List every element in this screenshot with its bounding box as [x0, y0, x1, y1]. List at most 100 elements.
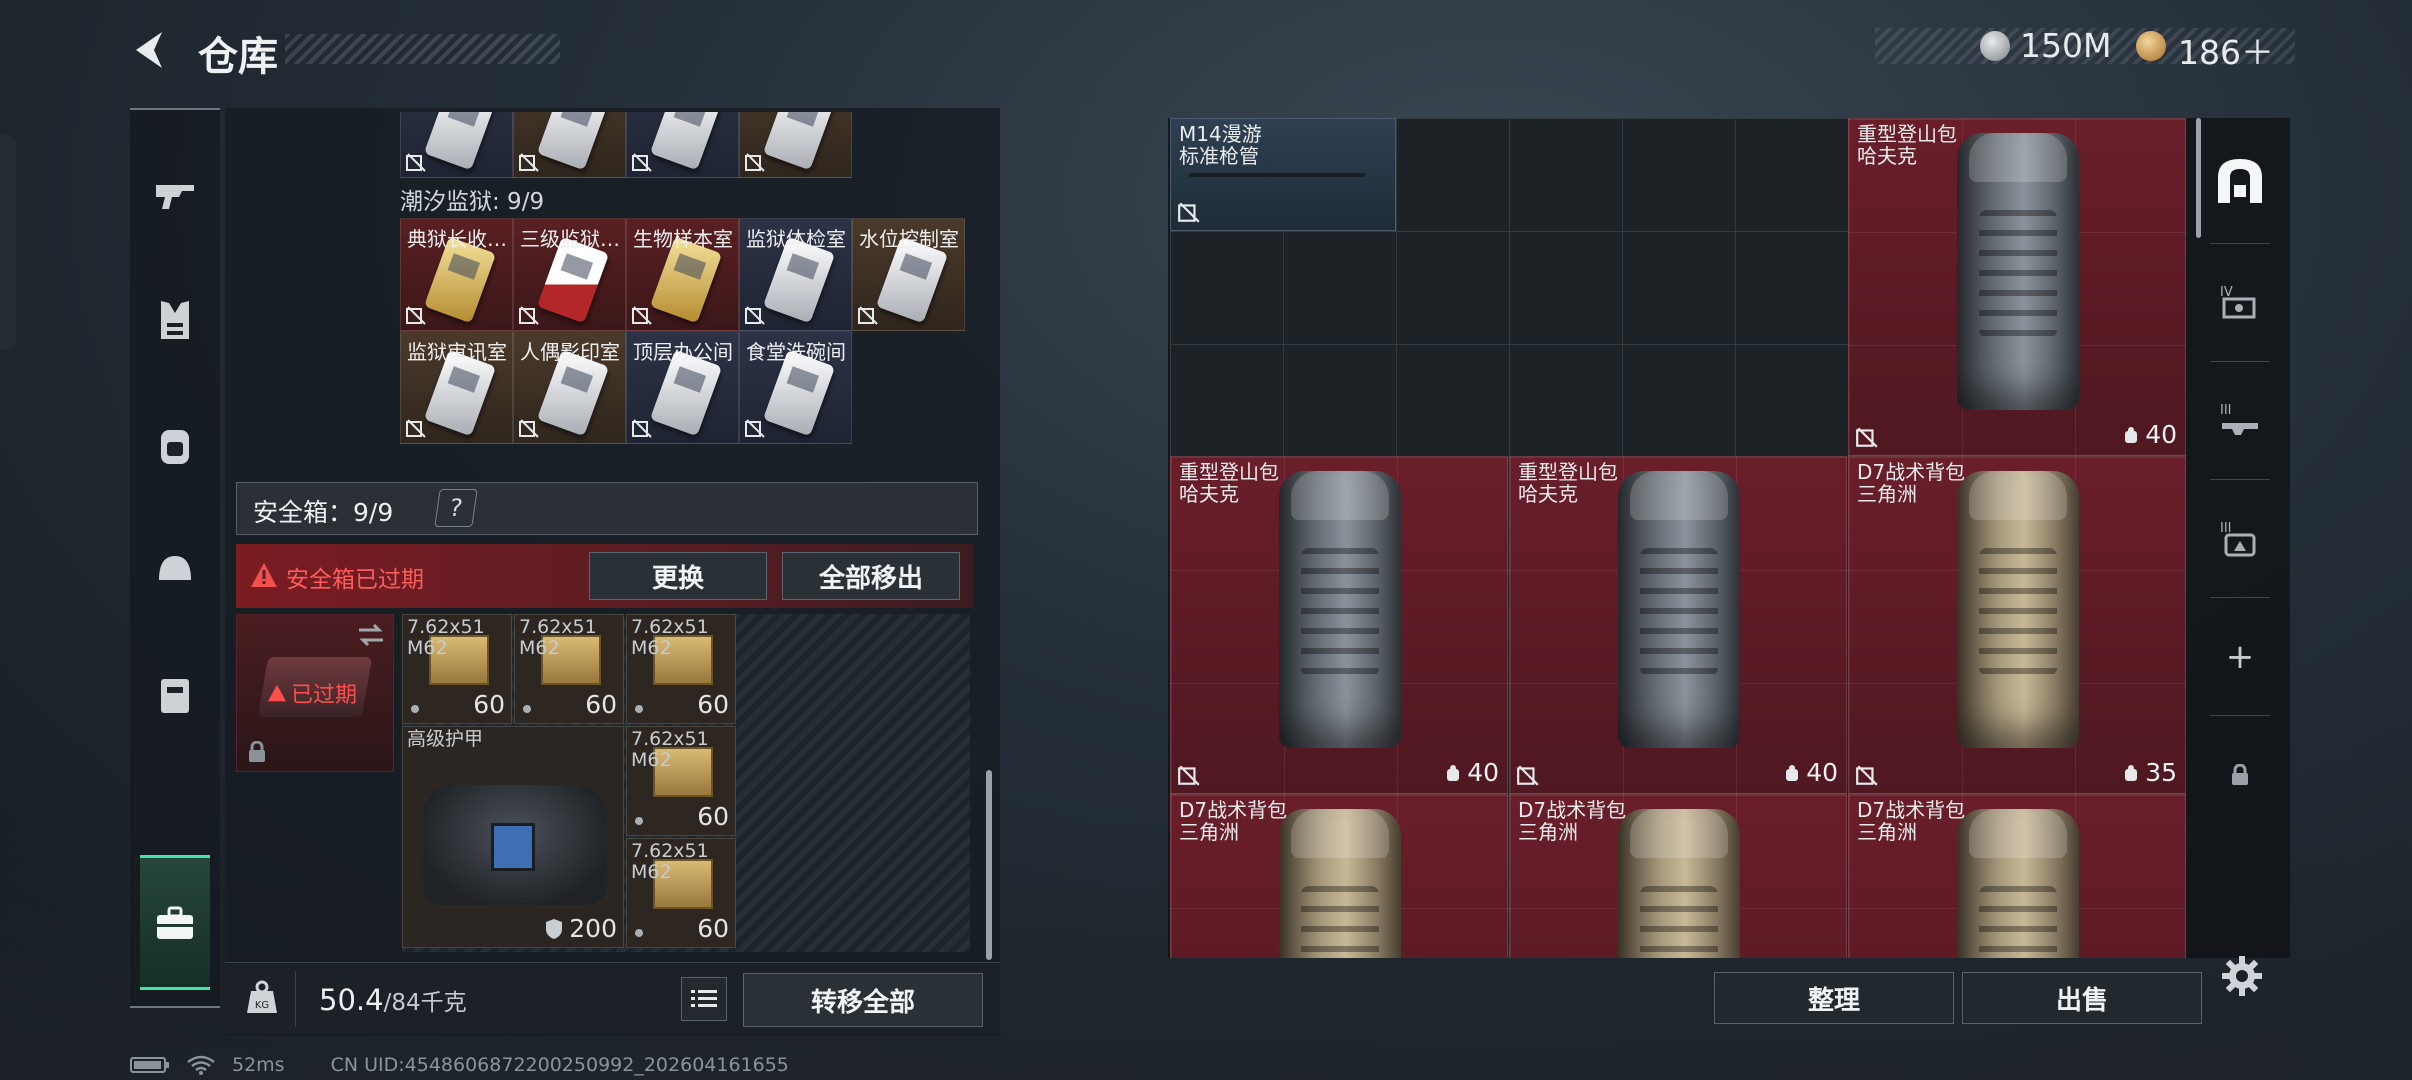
weight-capacity: /84千克: [383, 990, 467, 1016]
bound-icon: [632, 419, 652, 438]
stash-item-backpack[interactable]: D7战术背包 三角洲: [1170, 794, 1508, 958]
backpack-image: [1957, 470, 2079, 748]
stash-page-main[interactable]: [2210, 118, 2270, 244]
vest-icon: [161, 301, 189, 339]
ammo-item[interactable]: 7.62x51 M62 60: [402, 614, 512, 724]
status-bar: 52ms CN UID:4548606872200250992_20260416…: [130, 1054, 789, 1076]
capacity-badge: 35: [2123, 758, 2177, 787]
help-button[interactable]: ?: [434, 489, 478, 527]
gold-amount[interactable]: 186＋: [2178, 26, 2274, 74]
backpack-image: [1618, 808, 1740, 958]
safebox-label: 安全箱：9/9: [253, 498, 394, 527]
keycard-slot[interactable]: 水位控制室: [852, 218, 965, 331]
keycard-slot[interactable]: [739, 112, 852, 178]
swap-icon[interactable]: [357, 623, 385, 647]
side-edge-tab[interactable]: [0, 135, 16, 350]
prison-section-label: 潮汐监狱: 9/9: [400, 189, 545, 215]
backpack-image: [1957, 808, 2079, 958]
stash-page-4[interactable]: IV: [2210, 244, 2270, 362]
armor-bag-patch: [491, 823, 535, 871]
replace-button[interactable]: 更换: [589, 552, 767, 600]
stash-item-label: D7战术背包 三角洲: [1857, 798, 1966, 844]
chest-rig-icon: [161, 679, 189, 713]
stash-item-backpack[interactable]: 重型登山包 哈夫克 40: [1848, 118, 2186, 456]
capacity-value: 40: [1806, 758, 1838, 787]
uid-text: CN UID:4548606872200250992_202604161655: [330, 1054, 789, 1076]
keycard-label: 食堂洗碗间: [746, 340, 846, 364]
sort-button[interactable]: 整理: [1714, 972, 1954, 1024]
expired-label-wrap: 已过期: [267, 677, 357, 709]
backpack-capacity-icon: [1447, 764, 1460, 781]
bound-icon: [1178, 202, 1200, 223]
keycard-label: 监狱审讯室: [407, 340, 507, 364]
keycard-slot[interactable]: [513, 112, 626, 178]
keycard-slot[interactable]: [400, 112, 513, 178]
svg-text:KG: KG: [255, 1000, 269, 1011]
backpack-capacity-icon: [2125, 764, 2138, 781]
left-scrollbar[interactable]: [986, 770, 992, 960]
remove-all-button[interactable]: 全部移出: [782, 552, 960, 600]
svg-text:III: III: [2220, 403, 2232, 418]
stash-item-backpack[interactable]: 重型登山包 哈夫克 40: [1509, 456, 1847, 794]
ammo-item[interactable]: 7.62x51 M62 60: [626, 614, 736, 724]
stash-item-backpack[interactable]: 重型登山包 哈夫克 40: [1170, 456, 1508, 794]
bound-icon: [632, 306, 652, 325]
nav-guns[interactable]: [130, 150, 220, 240]
keycard-slot[interactable]: [626, 112, 739, 178]
back-icon[interactable]: [128, 26, 174, 74]
bound-icon: [632, 153, 652, 172]
nav-chest-rig[interactable]: [130, 650, 220, 740]
add-page-button[interactable]: +: [2210, 598, 2270, 716]
keycard-slot[interactable]: 三级监狱…: [513, 218, 626, 331]
locked-page[interactable]: [2210, 716, 2270, 834]
stash-item-backpack[interactable]: D7战术背包 三角洲: [1848, 794, 2186, 958]
settings-button[interactable]: [2220, 954, 2264, 1002]
silver-coin-icon: [1980, 31, 2010, 61]
keycard-slot[interactable]: 监狱体检室: [739, 218, 852, 331]
keycard-slot[interactable]: 生物样本室: [626, 218, 739, 331]
ammo-item[interactable]: 7.62x51 M62 60: [514, 614, 624, 724]
nav-backpack[interactable]: [130, 400, 220, 490]
list-view-button[interactable]: [681, 977, 727, 1021]
stash-item-backpack[interactable]: D7战术背包 三角洲: [1509, 794, 1847, 958]
lock-icon: [2232, 764, 2248, 785]
stash-item-label: D7战术背包 三角洲: [1857, 460, 1966, 506]
transfer-all-button[interactable]: 转移全部: [743, 973, 983, 1027]
sell-button[interactable]: 出售: [1962, 972, 2202, 1024]
keycard-slot[interactable]: 典狱长收…: [400, 218, 513, 331]
bound-icon: [406, 419, 426, 438]
keycard-slot[interactable]: 监狱审讯室: [400, 331, 513, 444]
capacity-badge: 40: [1445, 758, 1499, 787]
stash-page-3a[interactable]: III: [2210, 362, 2270, 480]
gun-icon: [156, 185, 194, 209]
weight-value: 50.4: [319, 983, 384, 1017]
prison-keycard-grid: 典狱长收… 三级监狱… 生物样本室 监狱体检室 水位控制室监狱审讯室 人偶影印室 顶层办公间…: [400, 218, 970, 446]
keycard-label: 生物样本室: [633, 227, 733, 251]
nav-helmet[interactable]: [130, 525, 220, 615]
keycard-slot[interactable]: 食堂洗碗间: [739, 331, 852, 444]
nav-safe-box[interactable]: [140, 855, 210, 990]
lock-icon: [249, 741, 265, 762]
warning-icon: [251, 563, 277, 587]
silver-amount[interactable]: 150M: [2020, 26, 2111, 65]
stash-scrollbar[interactable]: [2196, 118, 2201, 238]
left-bottom-bar: KG 50.4/84千克 转移全部: [225, 962, 1000, 1034]
shield-icon: [546, 918, 563, 939]
helmet-icon: [159, 556, 191, 580]
backpack-image: [1618, 470, 1740, 748]
barrel-image: [1189, 173, 1365, 177]
nav-armor[interactable]: [130, 275, 220, 365]
armor-item[interactable]: 高级护甲 200: [402, 726, 624, 948]
safebox-container[interactable]: 已过期: [236, 614, 394, 772]
stash-item-backpack[interactable]: D7战术背包 三角洲 35: [1848, 456, 2186, 794]
bound-icon: [1517, 765, 1539, 786]
ammo-item[interactable]: 7.62x51 M62 60: [626, 726, 736, 836]
title-stripe: [285, 34, 560, 64]
ammo-item[interactable]: 7.62x51 M62 60: [626, 838, 736, 948]
keycard-slot[interactable]: 人偶影印室: [513, 331, 626, 444]
stash-page-3b[interactable]: III: [2210, 480, 2270, 598]
list-icon: [691, 990, 717, 1007]
battery-icon: [130, 1057, 169, 1073]
stash-item-barrel[interactable]: M14漫游 标准枪管: [1170, 118, 1396, 231]
keycard-slot[interactable]: 顶层办公间: [626, 331, 739, 444]
